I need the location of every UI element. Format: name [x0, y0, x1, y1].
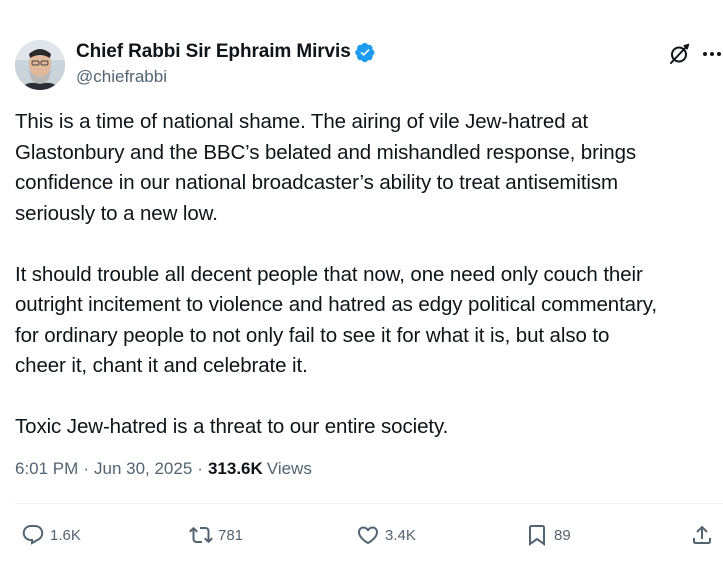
heart-icon [356, 523, 380, 547]
post-text-line: Toxic Jew-hatred is a threat to our enti… [15, 415, 449, 438]
post-date[interactable]: Jun 30, 2025 [94, 459, 192, 479]
post-text-line: for ordinary people to not only fail to … [15, 323, 610, 347]
post-text-line: outright incitement to violence and hatr… [15, 293, 657, 316]
verified-badge-icon[interactable] [354, 42, 376, 63]
display-name[interactable]: Chief Rabbi Sir Ephraim Mirvis [76, 41, 351, 63]
post-text-line: confidence in our national broadcaster’s… [15, 171, 619, 194]
post-text-line: seriously to a new low. [15, 201, 218, 225]
repost-count: 781 [218, 526, 244, 544]
share-button[interactable] [690, 523, 714, 547]
author-handle[interactable]: @chiefrabbi [76, 67, 376, 87]
divider [15, 503, 723, 504]
post-time[interactable]: 6:01 PM [15, 459, 78, 479]
separator-dot: · [197, 459, 203, 478]
bookmark-count: 89 [554, 526, 571, 544]
repost-button[interactable]: 781 [189, 523, 243, 547]
more-icon[interactable] [700, 43, 723, 65]
share-icon [690, 523, 714, 547]
post-text: This is a time of national shame. The ai… [15, 107, 723, 443]
action-bar: 1.6K 781 3.4K 89 [15, 523, 723, 551]
author-names: Chief Rabbi Sir Ephraim Mirvis @chiefrab… [76, 40, 376, 87]
post-meta: 6:01 PM · Jun 30, 2025 · 313.6K Views [15, 459, 312, 479]
repost-icon [189, 523, 213, 547]
post-text-line: It should trouble all decent people that… [15, 262, 643, 286]
reply-button[interactable]: 1.6K [21, 523, 81, 547]
post-text-line: cheer it, chant it and celebrate it. [15, 354, 308, 377]
separator-dot: · [83, 459, 89, 478]
bookmark-button[interactable]: 89 [525, 523, 571, 547]
post-text-line: Glastonbury and the BBC’s belated and mi… [15, 140, 637, 164]
grok-icon[interactable] [668, 43, 690, 65]
reply-icon [21, 523, 45, 547]
like-button[interactable]: 3.4K [356, 523, 416, 547]
display-name-row: Chief Rabbi Sir Ephraim Mirvis [76, 40, 376, 64]
post-text-line: This is a time of national shame. The ai… [15, 110, 588, 133]
like-count: 3.4K [385, 526, 416, 544]
avatar[interactable] [15, 40, 65, 90]
reply-count: 1.6K [50, 526, 81, 544]
bookmark-icon [525, 523, 549, 547]
post-header: Chief Rabbi Sir Ephraim Mirvis @chiefrab… [15, 38, 721, 92]
views-count[interactable]: 313.6K [208, 459, 263, 479]
views-label: Views [266, 459, 312, 478]
